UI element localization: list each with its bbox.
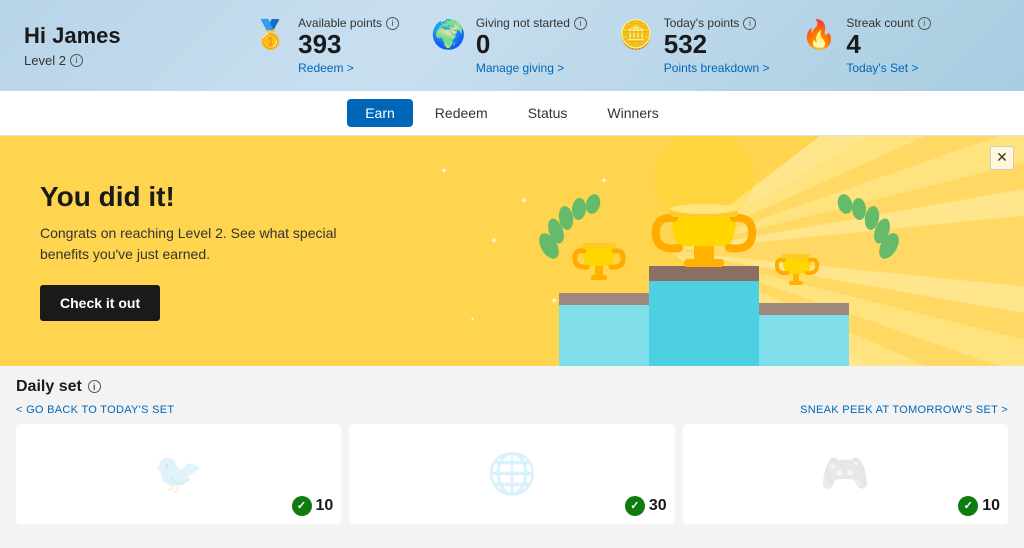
todays-points-value: 532 [664, 30, 770, 59]
go-back-nav-link[interactable]: < GO BACK TO TODAY'S SET [16, 404, 174, 416]
tab-status[interactable]: Status [510, 99, 586, 127]
card-3-points: ✓ 10 [958, 496, 1000, 516]
giving-value: 0 [476, 30, 587, 59]
level-info: Level 2 i [24, 53, 144, 68]
stat-giving-content: Giving not started i 0 Manage giving > [476, 16, 587, 75]
daily-set-nav: < GO BACK TO TODAY'S SET SNEAK PEEK AT T… [16, 404, 1008, 416]
greeting-text: Hi James [24, 23, 144, 49]
tab-redeem[interactable]: Redeem [417, 99, 506, 127]
cards-row: 🐦 ✓ 10 🌐 ✓ 30 🎮 ✓ 10 [16, 424, 1008, 524]
daily-set-section: Daily set i < GO BACK TO TODAY'S SET SNE… [0, 366, 1024, 532]
stat-todays-points-content: Today's points i 532 Points breakdown > [664, 16, 770, 75]
sparkle-1: ✦ [440, 166, 448, 177]
coins-icon: 🪙 [619, 18, 654, 51]
globe-icon: 🌍 [431, 18, 466, 51]
banner-title: You did it! [40, 181, 380, 213]
stat-giving-label: Giving not started i [476, 16, 587, 30]
daily-card-1[interactable]: 🐦 ✓ 10 [16, 424, 341, 524]
card-1-check: ✓ [292, 496, 312, 516]
card-2-check: ✓ [625, 496, 645, 516]
daily-card-2[interactable]: 🌐 ✓ 30 [349, 424, 674, 524]
greeting-section: Hi James Level 2 i [24, 23, 144, 68]
fire-icon: 🔥 [802, 18, 837, 51]
tab-earn[interactable]: Earn [347, 99, 413, 127]
level-info-icon[interactable]: i [70, 54, 83, 67]
stat-giving: 🌍 Giving not started i 0 Manage giving > [431, 16, 587, 75]
giving-info-icon[interactable]: i [574, 17, 587, 30]
card-3-check: ✓ [958, 496, 978, 516]
tabs-bar: Earn Redeem Status Winners [0, 91, 1024, 136]
level-label: Level 2 [24, 53, 66, 68]
medal-icon: 🥇 [253, 18, 288, 51]
stat-available-points-content: Available points i 393 Redeem > [298, 16, 399, 75]
daily-set-title: Daily set i [16, 378, 101, 396]
stat-todays-points-label: Today's points i [664, 16, 770, 30]
streak-value: 4 [846, 30, 930, 59]
stat-available-points-label: Available points i [298, 16, 399, 30]
redeem-link[interactable]: Redeem > [298, 61, 399, 75]
banner-description: Congrats on reaching Level 2. See what s… [40, 223, 380, 265]
daily-set-header: Daily set i [16, 378, 1008, 396]
stats-row: 🥇 Available points i 393 Redeem > 🌍 Givi… [184, 16, 1000, 75]
stat-streak-content: Streak count i 4 Today's Set > [846, 16, 930, 75]
stat-todays-points: 🪙 Today's points i 532 Points breakdown … [619, 16, 770, 75]
header: Hi James Level 2 i 🥇 Available points i … [0, 0, 1024, 91]
level-up-banner: ✦ ✦ ✦ ✦ ✦ ✦ You did it! Congrats on reac… [0, 136, 1024, 366]
trophy-illustration [484, 136, 964, 366]
banner-content: You did it! Congrats on reaching Level 2… [0, 151, 420, 351]
todays-points-info-icon[interactable]: i [743, 17, 756, 30]
sneak-peek-nav-link[interactable]: SNEAK PEEK AT TOMORROW'S SET > [800, 404, 1008, 416]
stat-streak: 🔥 Streak count i 4 Today's Set > [802, 16, 931, 75]
stat-available-points: 🥇 Available points i 393 Redeem > [253, 16, 399, 75]
sparkle-6: ✦ [470, 316, 475, 323]
points-breakdown-link[interactable]: Points breakdown > [664, 61, 770, 75]
stat-streak-label: Streak count i [846, 16, 930, 30]
banner-close-button[interactable]: ✕ [990, 146, 1014, 170]
daily-card-3[interactable]: 🎮 ✓ 10 [683, 424, 1008, 524]
todays-set-link[interactable]: Today's Set > [846, 61, 930, 75]
card-2-points: ✓ 30 [625, 496, 667, 516]
check-it-out-button[interactable]: Check it out [40, 285, 160, 321]
available-points-value: 393 [298, 30, 399, 59]
tab-winners[interactable]: Winners [589, 99, 676, 127]
manage-giving-link[interactable]: Manage giving > [476, 61, 587, 75]
streak-info-icon[interactable]: i [918, 17, 931, 30]
available-points-info-icon[interactable]: i [386, 17, 399, 30]
card-1-points: ✓ 10 [292, 496, 334, 516]
daily-set-info-icon[interactable]: i [88, 380, 101, 393]
